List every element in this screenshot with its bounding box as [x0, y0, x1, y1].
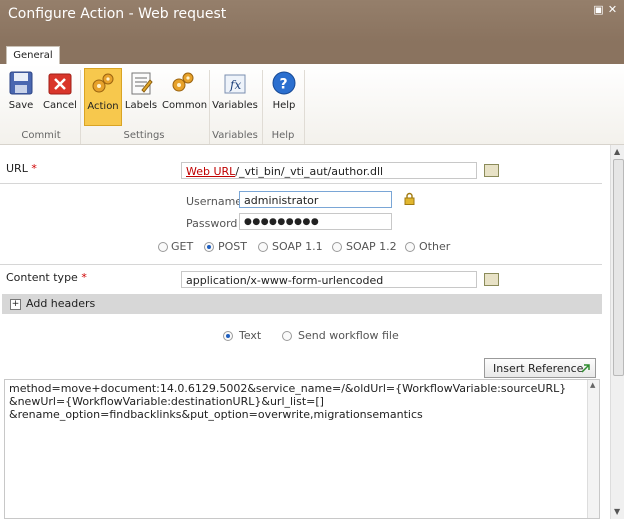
method-radio-other[interactable] — [405, 242, 415, 252]
insert-reference-label: Insert Reference — [493, 362, 584, 375]
function-icon: fx — [224, 74, 246, 94]
url-token[interactable]: Web URL — [186, 165, 235, 178]
gears-icon — [172, 72, 194, 92]
lookup-icon[interactable] — [484, 164, 499, 177]
action-button[interactable]: Action — [84, 68, 122, 126]
svg-text:fx: fx — [229, 78, 241, 92]
request-body-text: method=move+document:14.0.6129.5002&serv… — [9, 382, 567, 421]
textarea-scrollbar[interactable]: ▲ — [587, 380, 599, 518]
username-input[interactable]: administrator — [239, 191, 392, 208]
divider — [0, 264, 602, 265]
labels-button[interactable]: Labels — [124, 68, 158, 124]
body-label-text: Text — [239, 329, 262, 342]
variables-button[interactable]: fx Variables — [212, 68, 258, 124]
url-path: /_vti_bin/_vti_aut/author.dll — [235, 165, 384, 178]
help-icon: ? — [272, 71, 296, 95]
divider — [0, 183, 602, 184]
group-separator — [209, 70, 210, 144]
body-radio-workflow-file[interactable] — [282, 331, 292, 341]
svg-text:?: ? — [280, 77, 288, 93]
content-type-label: Content type * — [6, 271, 87, 284]
add-headers-label: Add headers — [26, 297, 96, 310]
labels-icon — [131, 72, 153, 95]
scrollbar-thumb[interactable] — [613, 159, 624, 376]
common-button[interactable]: Common — [162, 68, 208, 124]
method-label-get: GET — [171, 240, 194, 253]
variables-label: Variables — [212, 100, 258, 111]
username-label: Username — [186, 195, 243, 208]
cancel-icon — [48, 73, 72, 95]
cancel-button[interactable]: Cancel — [42, 68, 78, 124]
password-input[interactable]: ●●●●●●●●● — [239, 213, 392, 230]
scroll-up-icon[interactable]: ▲ — [614, 147, 620, 156]
action-label: Action — [87, 101, 119, 112]
method-radio-get[interactable] — [158, 242, 168, 252]
expand-plus-icon[interactable]: + — [10, 299, 21, 310]
ribbon-tab-strip: General — [0, 42, 624, 65]
maximize-icon[interactable]: ▣ — [593, 4, 604, 15]
group-label-help: Help — [271, 130, 295, 141]
url-label: URL * — [6, 162, 37, 175]
tab-general[interactable]: General — [6, 46, 60, 65]
labels-label: Labels — [124, 100, 158, 111]
save-button[interactable]: Save — [6, 68, 36, 124]
method-label-soap-1-2: SOAP 1.2 — [346, 240, 397, 253]
common-label: Common — [162, 100, 208, 111]
method-radio-soap-1-1[interactable] — [258, 242, 268, 252]
url-input[interactable]: Web URL/_vti_bin/_vti_aut/author.dll — [181, 162, 477, 179]
method-label-other: Other — [419, 240, 451, 253]
method-label-post: POST — [218, 240, 247, 253]
help-button[interactable]: ? Help — [270, 68, 298, 124]
save-label: Save — [8, 100, 34, 111]
method-radio-post[interactable] — [204, 242, 214, 252]
close-icon[interactable]: ✕ — [607, 4, 618, 15]
main-scrollbar[interactable]: ▲ ▼ — [610, 145, 624, 519]
gears-icon — [92, 73, 114, 93]
insert-reference-button[interactable]: Insert Reference — [484, 358, 596, 378]
password-label: Password — [186, 217, 238, 230]
insert-arrow-icon — [581, 364, 590, 373]
body-label-workflow-file: Send workflow file — [298, 329, 399, 342]
group-label-variables: Variables — [212, 130, 258, 141]
cancel-label: Cancel — [43, 100, 77, 111]
scroll-down-icon[interactable]: ▼ — [614, 507, 620, 516]
add-headers-section[interactable]: + Add headers — [2, 294, 602, 314]
group-separator — [262, 70, 263, 144]
help-label: Help — [272, 100, 296, 111]
content-type-input[interactable]: application/x-www-form-urlencoded — [181, 271, 477, 288]
request-body-textarea[interactable]: method=move+document:14.0.6129.5002&serv… — [4, 379, 600, 519]
window-title: Configure Action - Web request — [8, 6, 227, 22]
body-radio-text[interactable] — [223, 331, 233, 341]
lookup-icon[interactable] — [484, 273, 499, 286]
title-bar: Configure Action - Web request ▣ ✕ — [0, 0, 624, 42]
save-icon — [9, 71, 33, 95]
group-label-settings: Settings — [123, 130, 165, 141]
configuration-form: URL * Web URL/_vti_bin/_vti_aut/author.d… — [0, 145, 610, 519]
method-radio-soap-1-2[interactable] — [332, 242, 342, 252]
group-separator — [80, 70, 81, 144]
scroll-up-icon[interactable]: ▲ — [590, 381, 595, 389]
group-label-commit: Commit — [21, 130, 61, 141]
method-label-soap-1-1: SOAP 1.1 — [272, 240, 323, 253]
ribbon: Save Cancel Action Labels Common fx Vari… — [0, 64, 624, 145]
group-separator — [304, 70, 305, 144]
lock-icon — [404, 192, 415, 205]
